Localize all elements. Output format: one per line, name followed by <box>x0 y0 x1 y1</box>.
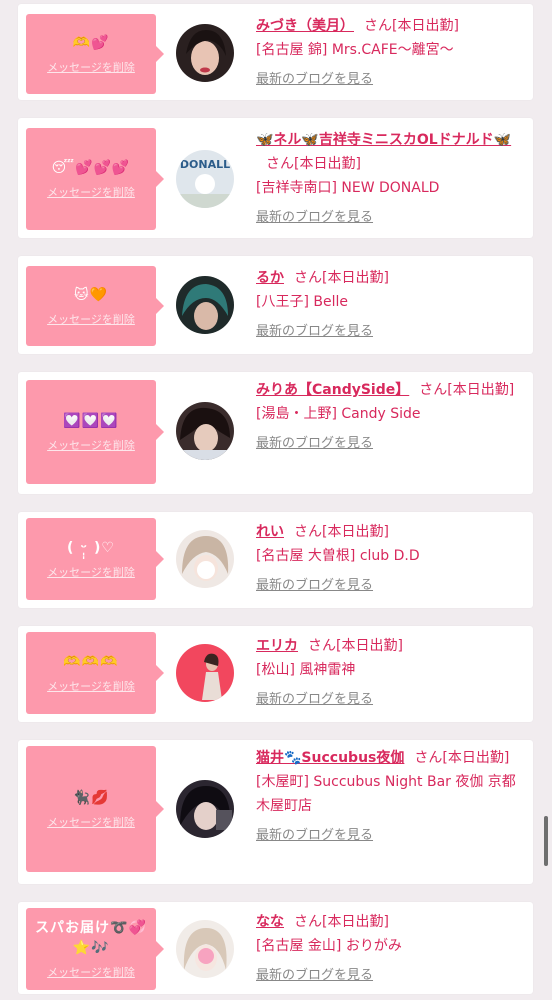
delete-message-link[interactable]: メッセージを削除 <box>47 184 135 200</box>
dark-hair-portrait-avatar-icon[interactable] <box>176 780 234 838</box>
cast-info: 猫井🐾Succubus夜伽 さん[本日出勤] [木屋町] Succubus Nig… <box>256 746 528 848</box>
message-card: 💟💟💟 メッセージを削除 みりあ【CandySide】 さん[本日出勤] [湯島・… <box>18 372 533 494</box>
latest-blog-link[interactable]: 最新のブログを見る <box>256 574 373 598</box>
woman-portrait-avatar-icon[interactable] <box>176 24 234 82</box>
message-text: 🐈‍⬛💋 <box>72 790 110 806</box>
delete-message-link[interactable]: メッセージを削除 <box>47 311 135 327</box>
message-text: 😴💕💕💕 <box>51 160 131 176</box>
shop-label: [名古屋 金山] おりがみ <box>256 938 402 954</box>
attendance-label: さん[本日出勤] <box>294 524 389 540</box>
message-text: スパお届け➰💞 ⭐️🎶 <box>35 920 147 956</box>
message-bubble: 😴💕💕💕 メッセージを削除 <box>26 128 164 230</box>
message-text: ( ᵕ̩̩ )♡ <box>67 540 115 556</box>
message-text: 🐱🧡 <box>73 287 109 303</box>
cast-info: なな さん[本日出勤] [名古屋 金山] おりがみ 最新のブログを見る <box>256 910 528 988</box>
latest-blog-link[interactable]: 最新のブログを見る <box>256 206 373 230</box>
attendance-label: さん[本日出勤] <box>308 638 403 654</box>
shop-label: [松山] 風神雷神 <box>256 662 356 678</box>
delete-message-link[interactable]: メッセージを削除 <box>47 437 135 453</box>
attendance-label: さん[本日出勤] <box>266 156 361 172</box>
cast-info: 🦋ネル🦋吉祥寺ミニスカOLドナルド🦋 さん[本日出勤] [吉祥寺南口] NEW D… <box>256 128 528 230</box>
message-bubble: 🐱🧡 メッセージを削除 <box>26 266 164 346</box>
message-bubble: スパお届け➰💞 ⭐️🎶 メッセージを削除 <box>26 908 164 990</box>
message-bubble: 🐈‍⬛💋 メッセージを削除 <box>26 746 164 872</box>
cast-info: みづき（美月） さん[本日出勤] [名古屋 錦] Mrs.CAFE〜離宮〜 最新の… <box>256 14 528 92</box>
attendance-label: さん[本日出勤] <box>414 750 510 766</box>
latest-blog-link[interactable]: 最新のブログを見る <box>256 68 373 92</box>
shop-label: [名古屋 大曽根] club D.D <box>256 548 420 564</box>
cast-name-link[interactable]: 🦋ネル🦋吉祥寺ミニスカOLドナルド🦋 <box>256 132 511 148</box>
cast-name-link[interactable]: るか <box>256 270 284 286</box>
selfie-portrait-avatar-icon[interactable] <box>176 402 234 460</box>
message-text: 💟💟💟 <box>63 413 119 429</box>
cast-name-link[interactable]: みりあ【CandySide】 <box>256 382 409 398</box>
delete-message-link[interactable]: メッセージを削除 <box>47 678 135 694</box>
message-card: 🫶💕 メッセージを削除 みづき（美月） さん[本日出勤] [名古屋 錦] Mrs.… <box>18 4 533 100</box>
teal-hair-portrait-avatar-icon[interactable] <box>176 276 234 334</box>
cast-info: れい さん[本日出勤] [名古屋 大曽根] club D.D 最新のブログを見る <box>256 520 528 598</box>
delete-message-link[interactable]: メッセージを削除 <box>47 59 135 75</box>
latest-blog-link[interactable]: 最新のブログを見る <box>256 320 373 344</box>
delete-message-link[interactable]: メッセージを削除 <box>47 964 135 980</box>
latest-blog-link[interactable]: 最新のブログを見る <box>256 824 373 848</box>
message-bubble: 🫶🫶🫶 メッセージを削除 <box>26 632 164 714</box>
message-card: 🐱🧡 メッセージを削除 るか さん[本日出勤] [八王子] Belle 最新のブロ… <box>18 256 533 354</box>
cast-name-link[interactable]: なな <box>256 914 284 930</box>
delete-message-link[interactable]: メッセージを削除 <box>47 814 135 830</box>
message-card: 🐈‍⬛💋 メッセージを削除 猫井🐾Succubus夜伽 さん[本日出勤] [木屋町… <box>18 740 533 884</box>
attendance-label: さん[本日出勤] <box>294 270 389 286</box>
shop-label: [湯島・上野] Candy Side <box>256 406 421 422</box>
delete-message-link[interactable]: メッセージを削除 <box>47 564 135 580</box>
attendance-label: さん[本日出勤] <box>419 382 515 398</box>
message-card: 😴💕💕💕 メッセージを削除 DONALL 🦋ネル🦋吉祥寺ミニスカOLドナルド🦋 さ… <box>18 118 533 238</box>
latest-blog-link[interactable]: 最新のブログを見る <box>256 432 373 456</box>
attendance-label: さん[本日出勤] <box>294 914 389 930</box>
light-hair-portrait-avatar-icon[interactable] <box>176 920 234 978</box>
attendance-label: さん[本日出勤] <box>364 18 459 34</box>
blonde-portrait-avatar-icon[interactable] <box>176 530 234 588</box>
latest-blog-link[interactable]: 最新のブログを見る <box>256 688 373 712</box>
message-bubble: ( ᵕ̩̩ )♡ メッセージを削除 <box>26 518 164 600</box>
shop-label: [木屋町] Succubus Night Bar 夜伽 京都木屋町店 <box>256 774 516 814</box>
donald-logo-avatar-icon[interactable]: DONALL <box>176 150 234 208</box>
cast-info: エリカ さん[本日出勤] [松山] 風神雷神 最新のブログを見る <box>256 634 528 712</box>
vertical-scrollbar[interactable] <box>544 816 548 866</box>
cast-name-link[interactable]: みづき（美月） <box>256 18 354 34</box>
cast-name-link[interactable]: 猫井🐾Succubus夜伽 <box>256 750 404 766</box>
message-card: スパお届け➰💞 ⭐️🎶 メッセージを削除 なな さん[本日出勤] [名古屋 金山]… <box>18 902 533 994</box>
shop-label: [吉祥寺南口] NEW DONALD <box>256 180 440 196</box>
message-bubble: 💟💟💟 メッセージを削除 <box>26 380 164 484</box>
message-card: ( ᵕ̩̩ )♡ メッセージを削除 れい さん[本日出勤] [名古屋 大曽根] c… <box>18 512 533 608</box>
shop-label: [八王子] Belle <box>256 294 348 310</box>
message-text: 🫶💕 <box>72 35 110 51</box>
message-text: 🫶🫶🫶 <box>63 654 119 670</box>
cast-info: みりあ【CandySide】 さん[本日出勤] [湯島・上野] Candy Sid… <box>256 378 528 456</box>
message-card: 🫶🫶🫶 メッセージを削除 エリカ さん[本日出勤] [松山] 風神雷神 最新のブロ… <box>18 626 533 722</box>
latest-blog-link[interactable]: 最新のブログを見る <box>256 964 373 988</box>
cast-name-link[interactable]: れい <box>256 524 284 540</box>
pink-background-portrait-avatar-icon[interactable] <box>176 644 234 702</box>
message-bubble: 🫶💕 メッセージを削除 <box>26 14 164 94</box>
cast-info: るか さん[本日出勤] [八王子] Belle 最新のブログを見る <box>256 266 528 344</box>
message-list-page: 🫶💕 メッセージを削除 みづき（美月） さん[本日出勤] [名古屋 錦] Mrs.… <box>0 0 552 1000</box>
shop-label: [名古屋 錦] Mrs.CAFE〜離宮〜 <box>256 42 454 58</box>
svg-text:DONALL: DONALL <box>180 158 230 171</box>
cast-name-link[interactable]: エリカ <box>256 638 298 654</box>
